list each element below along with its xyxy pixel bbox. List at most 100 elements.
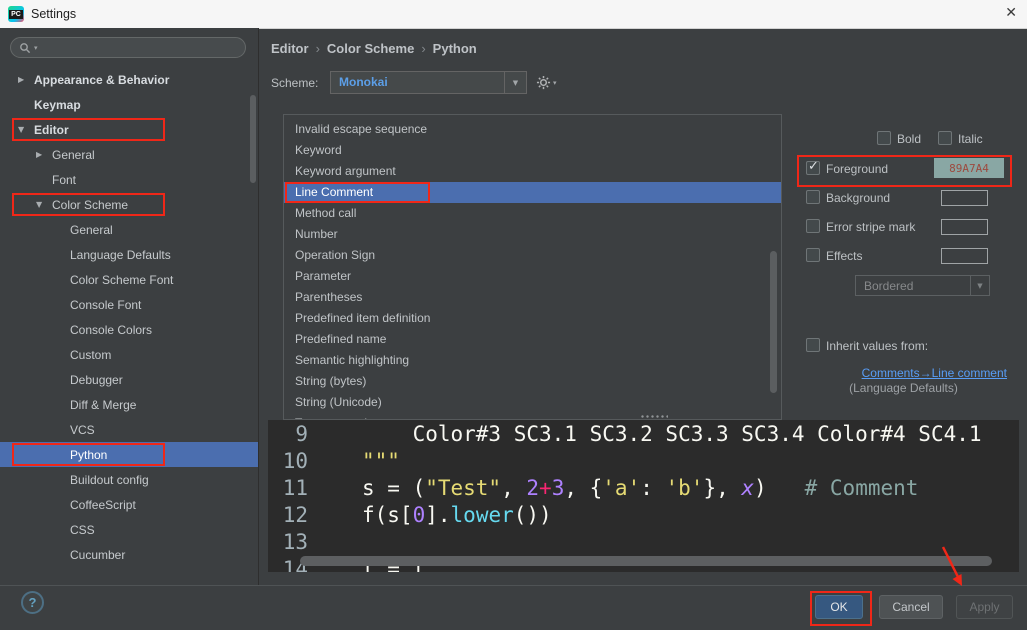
background-color-swatch[interactable] bbox=[941, 190, 988, 206]
window-title: Settings bbox=[31, 7, 77, 21]
element-item-semantic-highlighting[interactable]: Semantic highlighting bbox=[284, 350, 781, 371]
element-item-string-bytes[interactable]: String (bytes) bbox=[284, 371, 781, 392]
code-token: ()) bbox=[513, 503, 552, 527]
code-token: f(s[ bbox=[362, 503, 413, 527]
tree-item-buildout-config[interactable]: Buildout config bbox=[0, 467, 258, 492]
titlebar: PC Settings ✕ bbox=[0, 0, 1027, 29]
element-item-method-call[interactable]: Method call bbox=[284, 203, 781, 224]
element-item-line-comment[interactable]: Line Comment bbox=[284, 182, 781, 203]
effects-checkbox[interactable] bbox=[806, 248, 820, 262]
tree-item-appearance-behavior[interactable]: ▶ Appearance & Behavior bbox=[0, 67, 258, 92]
background-checkbox[interactable] bbox=[806, 190, 820, 204]
foreground-label: Foreground bbox=[826, 162, 889, 176]
code-token: """ bbox=[362, 449, 400, 473]
breadcrumb-item-color-scheme[interactable]: Color Scheme bbox=[327, 41, 414, 56]
code-line-content bbox=[308, 529, 362, 556]
foreground-color-swatch[interactable]: 89A7A4 bbox=[934, 158, 1004, 178]
tree-item-custom[interactable]: Custom bbox=[0, 342, 258, 367]
sidebar-scrollbar[interactable] bbox=[250, 95, 256, 183]
tree-item-keymap[interactable]: Keymap bbox=[0, 92, 258, 117]
code-token: 0 bbox=[412, 503, 426, 527]
close-icon[interactable]: ✕ bbox=[1005, 5, 1017, 21]
element-item-predefined-name[interactable]: Predefined name bbox=[284, 329, 781, 350]
code-line-content: f(s[0].lower()) bbox=[308, 502, 552, 529]
breadcrumb-item-editor[interactable]: Editor bbox=[271, 41, 309, 56]
tree-item-console-colors[interactable]: Console Colors bbox=[0, 317, 258, 342]
tree-item-console-font[interactable]: Console Font bbox=[0, 292, 258, 317]
error-stripe-color-swatch[interactable] bbox=[941, 219, 988, 235]
tree-item-general[interactable]: General bbox=[0, 217, 258, 242]
tree-item-diff-merge[interactable]: Diff & Merge bbox=[0, 392, 258, 417]
scheme-actions-button[interactable]: ▾ bbox=[536, 75, 557, 90]
preview-horizontal-scrollbar[interactable] bbox=[300, 556, 992, 566]
tree-item-debugger[interactable]: Debugger bbox=[0, 367, 258, 392]
apply-button: Apply bbox=[956, 595, 1013, 619]
code-line: 9 Color#3 SC3.1 SC3.2 SC3.3 SC3.4 Color#… bbox=[268, 421, 1019, 448]
tree-item-color-scheme-font[interactable]: Color Scheme Font bbox=[0, 267, 258, 292]
element-item-keyword-argument[interactable]: Keyword argument bbox=[284, 161, 781, 182]
effects-label: Effects bbox=[826, 249, 863, 263]
breadcrumb-item-python[interactable]: Python bbox=[433, 41, 477, 56]
scheme-select[interactable]: Monokai ▼ bbox=[330, 71, 527, 94]
element-item-invalid-escape-sequence[interactable]: Invalid escape sequence bbox=[284, 119, 781, 140]
tree-item-label: Console Colors bbox=[70, 322, 153, 337]
element-item-parameter[interactable]: Parameter bbox=[284, 266, 781, 287]
inherit-checkbox[interactable] bbox=[806, 338, 820, 352]
tree-item-coffeescript[interactable]: CoffeeScript bbox=[0, 492, 258, 517]
tree-item-label: Color Scheme bbox=[52, 197, 129, 212]
tree-item-python[interactable]: Python bbox=[0, 442, 258, 467]
effects-style-dropdown-button[interactable]: ▼ bbox=[970, 276, 989, 295]
error-stripe-label: Error stripe mark bbox=[826, 220, 916, 234]
tree-item-general[interactable]: ▶ General bbox=[0, 142, 258, 167]
effects-color-swatch[interactable] bbox=[941, 248, 988, 264]
tree-item-label: Custom bbox=[70, 347, 112, 362]
element-item-number[interactable]: Number bbox=[284, 224, 781, 245]
element-item-operation-sign[interactable]: Operation Sign bbox=[284, 245, 781, 266]
tree-item-color-scheme[interactable]: ▼ Color Scheme bbox=[0, 192, 258, 217]
search-history-dropdown-icon[interactable]: ▾ bbox=[34, 44, 38, 52]
search-input[interactable]: ▾ bbox=[10, 37, 246, 58]
italic-checkbox[interactable] bbox=[938, 131, 952, 145]
foreground-checkbox[interactable] bbox=[806, 159, 820, 175]
element-list-scrollbar[interactable] bbox=[770, 251, 777, 393]
ok-button[interactable]: OK bbox=[815, 595, 863, 619]
search-icon bbox=[20, 42, 31, 53]
chevron-collapsed-icon[interactable]: ▶ bbox=[36, 150, 52, 159]
tree-item-language-defaults[interactable]: Language Defaults bbox=[0, 242, 258, 267]
tree-item-label: Buildout config bbox=[70, 472, 149, 487]
inherit-source-link[interactable]: Comments→Line comment bbox=[800, 366, 1007, 380]
element-item-keyword[interactable]: Keyword bbox=[284, 140, 781, 161]
tree-item-font[interactable]: Font bbox=[0, 167, 258, 192]
chevron-expanded-icon[interactable]: ▼ bbox=[18, 125, 34, 134]
breadcrumb-separator: › bbox=[421, 41, 426, 56]
element-item-predefined-item-definition[interactable]: Predefined item definition bbox=[284, 308, 781, 329]
tree-item-label: VCS bbox=[70, 422, 95, 437]
code-token: + bbox=[539, 476, 552, 500]
chevron-collapsed-icon[interactable]: ▶ bbox=[18, 75, 34, 84]
tree-item-cucumber[interactable]: Cucumber bbox=[0, 542, 258, 567]
splitter-grip[interactable] bbox=[640, 414, 668, 420]
error-stripe-checkbox[interactable] bbox=[806, 219, 820, 233]
pycharm-icon-label: PC bbox=[9, 9, 23, 19]
background-label: Background bbox=[826, 191, 891, 205]
code-token: Color#3 SC3.1 SC3.2 SC3.3 SC3.4 Color#4 … bbox=[362, 422, 982, 446]
element-item-string-unicode[interactable]: String (Unicode) bbox=[284, 392, 781, 413]
line-number: 12 bbox=[282, 503, 308, 527]
scheme-dropdown-button[interactable]: ▼ bbox=[504, 72, 526, 93]
tree-item-css[interactable]: CSS bbox=[0, 517, 258, 542]
tree-item-vcs[interactable]: VCS bbox=[0, 417, 258, 442]
element-item-parentheses[interactable]: Parentheses bbox=[284, 287, 781, 308]
effects-style-select[interactable]: Bordered ▼ bbox=[855, 275, 990, 296]
help-button[interactable]: ? bbox=[21, 591, 44, 614]
tree-item-label: Cucumber bbox=[70, 547, 126, 562]
chevron-expanded-icon[interactable]: ▼ bbox=[36, 200, 52, 209]
tree-item-editor[interactable]: ▼ Editor bbox=[0, 117, 258, 142]
code-token: 2 bbox=[526, 476, 540, 500]
element-item-type-annotations[interactable]: Type annotations bbox=[284, 413, 781, 419]
line-number: 9 bbox=[295, 422, 308, 446]
bold-checkbox[interactable] bbox=[877, 131, 891, 145]
code-token: lower bbox=[450, 503, 514, 527]
line-number: 13 bbox=[282, 530, 308, 554]
preview-code: 9 Color#3 SC3.1 SC3.2 SC3.3 SC3.4 Color#… bbox=[268, 421, 1019, 572]
cancel-button[interactable]: Cancel bbox=[879, 595, 943, 619]
